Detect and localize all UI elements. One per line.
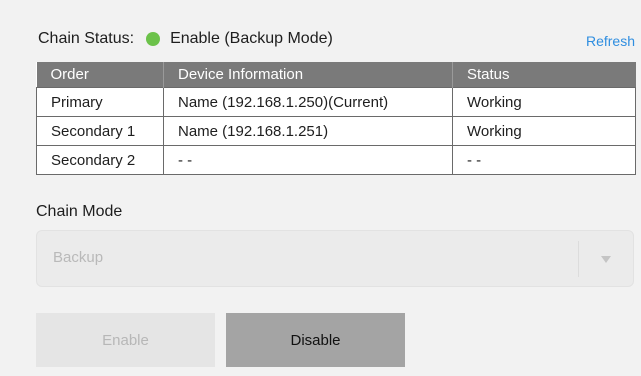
chain-mode-selected-value: Backup bbox=[53, 249, 104, 266]
status-indicator-icon bbox=[146, 32, 161, 46]
chain-status-row: Chain Status: Enable (Backup Mode) bbox=[38, 26, 333, 52]
status-cell: Working bbox=[452, 87, 636, 117]
chevron-down-icon[interactable] bbox=[601, 256, 611, 263]
chain-mode-label: Chain Mode bbox=[36, 203, 123, 220]
table-row: Secondary 2 - - - - bbox=[36, 145, 636, 175]
refresh-link[interactable]: Refresh bbox=[586, 33, 635, 49]
chain-settings-panel: Chain Status: Enable (Backup Mode) Refre… bbox=[10, 0, 641, 376]
column-header-order: Order bbox=[36, 62, 164, 88]
disable-button[interactable]: Disable bbox=[226, 313, 405, 367]
status-cell: - - bbox=[452, 145, 636, 175]
chain-devices-table: Order Device Information Status Primary … bbox=[36, 62, 636, 175]
table-row: Primary Name (192.168.1.250)(Current) Wo… bbox=[36, 87, 636, 117]
column-header-status: Status bbox=[452, 62, 636, 88]
device-info-cell: Name (192.168.1.251) bbox=[163, 116, 453, 146]
table-header-row: Order Device Information Status bbox=[36, 62, 636, 88]
table-row: Secondary 1 Name (192.168.1.251) Working bbox=[36, 116, 636, 146]
chain-status-label: Chain Status: bbox=[38, 30, 135, 47]
chain-mode-select[interactable]: Backup bbox=[36, 230, 634, 287]
select-divider bbox=[578, 241, 579, 277]
column-header-device-information: Device Information bbox=[163, 62, 453, 88]
device-info-cell: Name (192.168.1.250)(Current) bbox=[163, 87, 453, 117]
order-cell: Primary bbox=[36, 87, 164, 117]
order-cell: Secondary 1 bbox=[36, 116, 164, 146]
order-cell: Secondary 2 bbox=[36, 145, 164, 175]
device-info-cell: - - bbox=[163, 145, 453, 175]
chain-status-value: Enable (Backup Mode) bbox=[170, 30, 333, 47]
enable-button[interactable]: Enable bbox=[36, 313, 215, 367]
status-cell: Working bbox=[452, 116, 636, 146]
